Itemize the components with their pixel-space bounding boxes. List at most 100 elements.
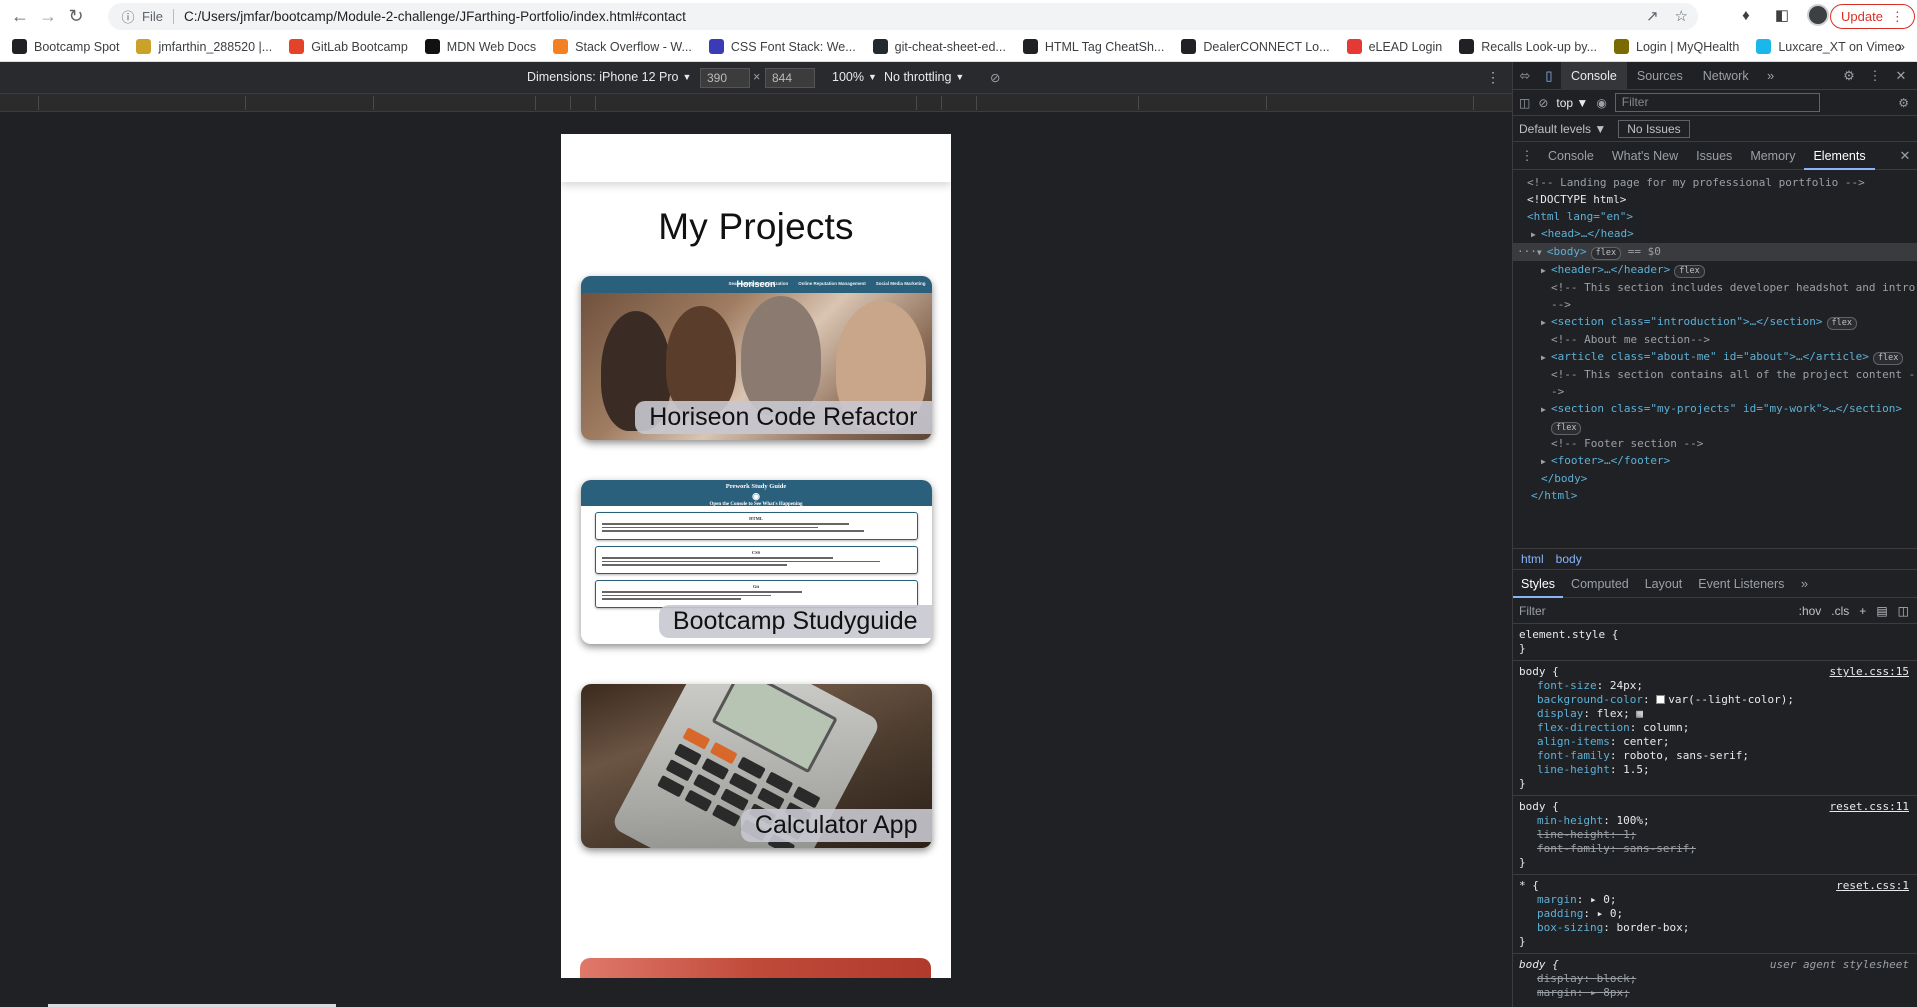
dom-node-selected[interactable]: ···▼ <body> flex == $0	[1513, 243, 1917, 261]
collapse-triangle-icon[interactable]: ▼	[1537, 244, 1547, 261]
dom-node[interactable]: </body>	[1513, 470, 1917, 487]
address-bar[interactable]: ⓘ File C:/Users/jmfar/bootcamp/Module-2-…	[108, 3, 1698, 30]
levels-dropdown[interactable]: Default levels ▼	[1519, 122, 1606, 136]
style-rule-element[interactable]: element.style { }	[1513, 624, 1917, 661]
drawer-tab-elements[interactable]: Elements	[1804, 141, 1875, 170]
expand-triangle-icon[interactable]: ▶	[1531, 226, 1541, 243]
flex-badge[interactable]: flex	[1674, 265, 1705, 278]
share-icon[interactable]: ↗	[1646, 7, 1659, 25]
dom-node[interactable]: <!DOCTYPE html>	[1513, 191, 1917, 208]
bookmark-item[interactable]: HTML Tag CheatSh...	[1022, 39, 1164, 54]
project-card-partial[interactable]	[580, 958, 931, 978]
flex-badge[interactable]: flex	[1872, 352, 1904, 365]
expand-triangle-icon[interactable]: ▸	[1597, 907, 1610, 920]
console-filter-input[interactable]: Filter	[1614, 93, 1820, 112]
project-label[interactable]: Horiseon Code Refactor	[635, 401, 932, 434]
dom-node[interactable]: ->	[1513, 383, 1917, 400]
device-toggle-icon[interactable]: ▯	[1537, 68, 1561, 84]
dom-node[interactable]: </html>	[1513, 487, 1917, 504]
dom-node[interactable]: flex	[1513, 418, 1917, 435]
drawer-tab-issues[interactable]: Issues	[1687, 142, 1741, 170]
expand-triangle-icon[interactable]: ▸	[1590, 893, 1603, 906]
expand-triangle-icon[interactable]: ▶	[1541, 401, 1551, 418]
media-query-ruler[interactable]	[0, 94, 1512, 112]
tab-network[interactable]: Network	[1693, 62, 1759, 90]
reload-icon[interactable]: ↻	[62, 2, 90, 30]
zoom-selector[interactable]: 100% ▼	[832, 70, 877, 84]
styles-filter-input[interactable]: Filter	[1519, 604, 1546, 618]
dom-node[interactable]: <!-- This section includes developer hea…	[1513, 279, 1917, 296]
close-devtools-icon[interactable]: ✕	[1889, 68, 1913, 84]
expand-triangle-icon[interactable]: ▶	[1541, 453, 1551, 470]
project-label[interactable]: Calculator App	[740, 809, 932, 842]
color-swatch[interactable]	[1656, 695, 1666, 704]
css-declaration[interactable]: background-color: var(--light-color);	[1519, 693, 1913, 707]
flex-badge[interactable]: flex	[1826, 317, 1858, 330]
bookmark-item[interactable]: Luxcare_XT on Vimeo	[1756, 39, 1902, 54]
css-declaration[interactable]: line-height: 1;	[1519, 828, 1913, 842]
tab-styles[interactable]: Styles	[1513, 569, 1564, 598]
bookmark-item[interactable]: MDN Web Docs	[424, 39, 536, 54]
live-expression-eye-icon[interactable]: ◉	[1596, 96, 1606, 110]
back-arrow-icon[interactable]: ←	[6, 2, 34, 30]
device-width-input[interactable]: 390	[700, 68, 750, 88]
console-settings-gear-icon[interactable]: ⚙	[1898, 96, 1909, 110]
style-rule-body-reset[interactable]: reset.css:11 body { min-height: 100%; lin…	[1513, 796, 1917, 875]
sidebar-toggle-icon[interactable]: ◫	[1519, 96, 1530, 110]
add-rule-button[interactable]: +	[1859, 604, 1866, 618]
bookmark-item[interactable]: DealerCONNECT Lo...	[1181, 39, 1330, 54]
dom-node[interactable]: <!-- This section contains all of the pr…	[1513, 366, 1917, 383]
bookmark-item[interactable]: Login | MyQHealth	[1614, 39, 1739, 54]
more-tabs-icon[interactable]: »	[1759, 68, 1783, 83]
drawer-tab-whats-new[interactable]: What's New	[1603, 142, 1687, 170]
breadcrumb-body[interactable]: body	[1556, 552, 1582, 566]
bookmark-item[interactable]: Stack Overflow - W...	[553, 39, 692, 54]
breadcrumb-html[interactable]: html	[1521, 552, 1544, 566]
style-rule-user-agent[interactable]: user agent stylesheet body { display: bl…	[1513, 954, 1917, 1004]
flexbox-editor-icon[interactable]: ▦	[1630, 707, 1643, 720]
more-options-icon[interactable]: ⋮	[1486, 69, 1500, 86]
bookmark-item[interactable]: GitLab Bootcamp	[289, 39, 408, 54]
inspect-element-icon[interactable]: ⬄	[1513, 68, 1537, 84]
dom-node[interactable]: ▶ <head>…</head>	[1513, 225, 1917, 243]
dom-node[interactable]: ▶ <article class="about-me" id="about">…<…	[1513, 348, 1917, 366]
more-bookmarks-icon[interactable]: »	[1897, 38, 1905, 54]
tab-computed[interactable]: Computed	[1563, 570, 1637, 598]
drawer-tab-memory[interactable]: Memory	[1741, 142, 1804, 170]
rule-source-link[interactable]: reset.css:1	[1836, 879, 1909, 893]
paint-icon[interactable]: ▤	[1876, 604, 1887, 618]
expand-triangle-icon[interactable]: ▶	[1541, 314, 1551, 331]
project-card-studyguide[interactable]: Prework Study Guide ◉ Open the Console t…	[580, 480, 932, 644]
bookmark-item[interactable]: Bootcamp Spot	[12, 39, 119, 54]
close-drawer-icon[interactable]: ✕	[1893, 148, 1917, 164]
context-selector[interactable]: top ▼	[1556, 96, 1588, 110]
extensions-icon[interactable]: ♦	[1735, 4, 1757, 26]
css-declaration[interactable]: display: flex; ▦	[1519, 707, 1913, 721]
css-declaration[interactable]: min-height: 100%;	[1519, 814, 1913, 828]
css-declaration[interactable]: padding: ▸ 0;	[1519, 907, 1913, 921]
drawer-tab-console[interactable]: Console	[1539, 142, 1603, 170]
tab-sources[interactable]: Sources	[1627, 62, 1693, 90]
tab-event-listeners[interactable]: Event Listeners	[1690, 570, 1792, 598]
bookmark-item[interactable]: jmfarthin_288520 |...	[136, 39, 272, 54]
dom-node[interactable]: <html lang="en">	[1513, 208, 1917, 225]
dom-node[interactable]: <!-- Landing page for my professional po…	[1513, 174, 1917, 191]
device-height-input[interactable]: 844	[765, 68, 815, 88]
css-declaration[interactable]: align-items: center;	[1519, 735, 1913, 749]
project-card-calculator[interactable]: Calculator App	[580, 684, 932, 848]
css-declaration[interactable]: font-size: 24px;	[1519, 679, 1913, 693]
css-declaration[interactable]: box-sizing: border-box;	[1519, 921, 1913, 935]
expand-triangle-icon[interactable]: ▶	[1541, 262, 1551, 279]
dom-node[interactable]: ▶ <section class="my-projects" id="my-wor…	[1513, 400, 1917, 418]
rotate-icon[interactable]: ⊘	[990, 70, 1000, 85]
dom-node[interactable]: ▶ <header>…</header> flex	[1513, 261, 1917, 279]
tab-console[interactable]: Console	[1561, 61, 1627, 90]
bookmark-item[interactable]: git-cheat-sheet-ed...	[872, 39, 1006, 54]
bookmark-item[interactable]: CSS Font Stack: We...	[708, 39, 856, 54]
bookmark-item[interactable]: eLEAD Login	[1346, 39, 1442, 54]
dom-node[interactable]: ▶ <footer>…</footer>	[1513, 452, 1917, 470]
emulated-viewport[interactable]: My Projects Horiseon Search Engine Optim…	[561, 134, 951, 978]
sidebar-toggle-icon[interactable]: ◫	[1898, 604, 1909, 618]
side-panel-icon[interactable]: ◧	[1771, 4, 1793, 26]
forward-arrow-icon[interactable]: →	[34, 2, 62, 30]
